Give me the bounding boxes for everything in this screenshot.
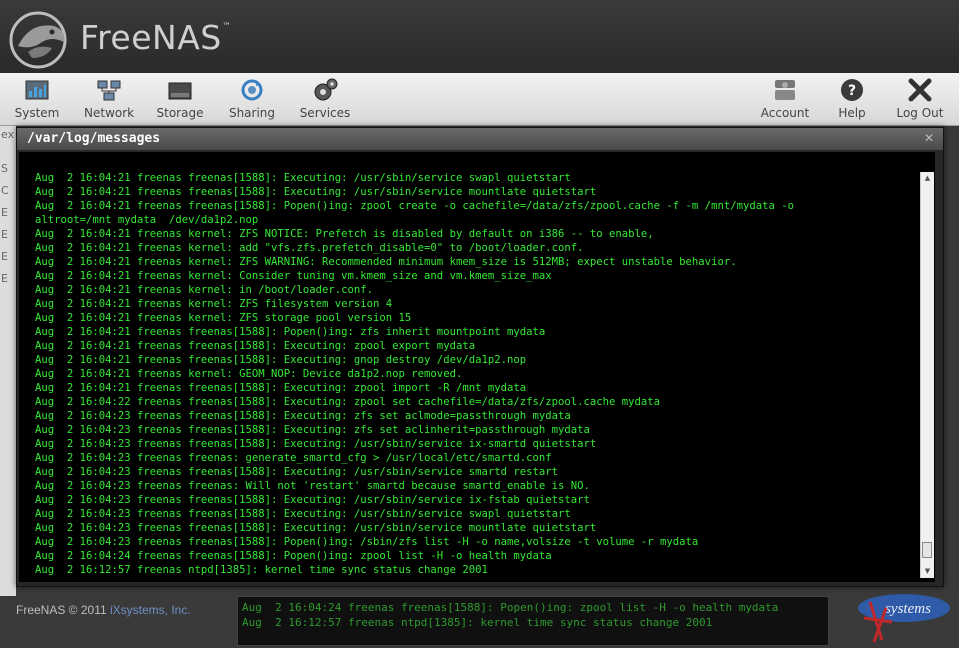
logout-button[interactable]: Log Out [894, 77, 946, 123]
ixsystems-link[interactable]: iXsystems, Inc. [110, 603, 191, 617]
log-line: Aug 2 16:04:23 freenas freenas[1588]: Ex… [35, 438, 597, 450]
log-line: Aug 2 16:04:23 freenas freenas[1588]: Ex… [35, 466, 558, 478]
bg-sidebar-glyph: C [1, 184, 9, 197]
bg-sidebar-glyph: ex [1, 128, 15, 141]
console-line: Aug 2 16:12:57 freenas ntpd[1385]: kerne… [242, 616, 713, 629]
log-line: Aug 2 16:04:21 freenas freenas[1588]: Ex… [35, 382, 527, 394]
vertical-scrollbar[interactable]: ▲ ▼ [920, 172, 934, 578]
sharing-icon [241, 79, 263, 101]
logout-icon [908, 78, 932, 102]
log-line: Aug 2 16:04:23 freenas freenas: Will not… [35, 480, 590, 492]
logout-label: Log Out [896, 106, 944, 120]
scroll-down-icon[interactable]: ▼ [921, 565, 934, 578]
console-line: Aug 2 16:04:24 freenas freenas[1588]: Po… [242, 601, 779, 614]
scrollbar-thumb[interactable] [922, 542, 932, 558]
services-icon [314, 78, 338, 101]
network-button[interactable]: Network [84, 77, 134, 123]
bg-sidebar-glyph: E [1, 228, 8, 241]
account-label: Account [760, 106, 810, 120]
log-line: Aug 2 16:04:21 freenas freenas[1588]: Ex… [35, 354, 527, 366]
background-console: Aug 2 16:04:24 freenas freenas[1588]: Po… [237, 596, 829, 646]
log-line: Aug 2 16:04:21 freenas kernel: ZFS WARNI… [35, 256, 737, 268]
system-label: System [14, 106, 60, 120]
log-line: Aug 2 16:04:21 freenas freenas[1588]: Ex… [35, 186, 597, 198]
log-line: Aug 2 16:04:22 freenas freenas[1588]: Ex… [35, 396, 661, 408]
close-icon[interactable]: ✕ [923, 132, 935, 144]
sharing-label: Sharing [228, 106, 276, 120]
system-button[interactable]: System [14, 77, 60, 123]
dialog-title: /var/log/messages [27, 131, 161, 146]
system-icon [25, 80, 49, 100]
log-line: Aug 2 16:04:21 freenas kernel: ZFS stora… [35, 312, 412, 324]
log-line: Aug 2 16:04:21 freenas kernel: ZFS files… [35, 298, 393, 310]
bg-sidebar-glyph: E [1, 272, 8, 285]
bg-sidebar-glyph: S [1, 162, 8, 175]
storage-button[interactable]: Storage [156, 77, 204, 123]
log-line: Aug 2 16:04:21 freenas freenas[1588]: Ex… [35, 340, 476, 352]
main-toolbar: System Network Storage Sharing Services … [0, 73, 959, 126]
account-icon [775, 80, 795, 100]
log-line: Aug 2 16:04:23 freenas freenas: generate… [35, 452, 552, 464]
ixsystems-logo-text: systems [885, 601, 931, 617]
log-line: Aug 2 16:04:21 freenas freenas[1588]: Po… [35, 200, 794, 212]
log-line: Aug 2 16:04:23 freenas freenas[1588]: Ex… [35, 424, 590, 436]
log-line: altroot=/mnt mydata /dev/da1p2.nop [35, 214, 259, 226]
sharing-button[interactable]: Sharing [228, 77, 276, 123]
scroll-up-icon[interactable]: ▲ [921, 172, 934, 185]
log-line: Aug 2 16:04:23 freenas freenas[1588]: Po… [35, 536, 699, 548]
network-label: Network [84, 106, 135, 120]
network-icon [97, 80, 121, 101]
log-line: Aug 2 16:12:57 freenas ntpd[1385]: kerne… [35, 564, 488, 576]
app-header: FreeNAS ™ [0, 0, 959, 74]
bg-sidebar-glyph: E [1, 250, 8, 263]
storage-label: Storage [156, 106, 204, 120]
svg-text:?: ? [848, 83, 856, 99]
freenas-logo-icon [9, 11, 67, 69]
log-line: Aug 2 16:04:23 freenas freenas[1588]: Ex… [35, 508, 571, 520]
logo-text: FreeNAS [80, 18, 222, 57]
logo-trademark: ™ [222, 22, 231, 32]
footer-copyright-text: FreeNAS © 2011 [16, 603, 110, 617]
ixsystems-logo-icon: systems [858, 594, 950, 643]
log-dialog: /var/log/messages ✕ Aug 2 16:04:21 freen… [16, 127, 944, 587]
log-line: Aug 2 16:04:21 freenas kernel: Consider … [35, 270, 552, 282]
background-sidebar: ex S C E E E E [0, 126, 16, 596]
log-lines: Aug 2 16:04:21 freenas freenas[1588]: Ex… [35, 171, 915, 577]
log-line: Aug 2 16:04:21 freenas kernel: GEOM_NOP:… [35, 368, 463, 380]
log-line: Aug 2 16:04:23 freenas freenas[1588]: Ex… [35, 410, 571, 422]
log-line: Aug 2 16:04:21 freenas freenas[1588]: Po… [35, 326, 546, 338]
log-line: Aug 2 16:04:24 freenas freenas[1588]: Po… [35, 550, 552, 562]
log-line: Aug 2 16:04:21 freenas freenas[1588]: Ex… [35, 172, 571, 184]
log-line: Aug 2 16:04:23 freenas freenas[1588]: Ex… [35, 494, 590, 506]
footer-copyright: FreeNAS © 2011 iXsystems, Inc. [16, 603, 191, 617]
services-label: Services [299, 106, 351, 120]
help-label: Help [838, 106, 866, 120]
help-button[interactable]: ? Help [832, 77, 872, 123]
log-line: Aug 2 16:04:21 freenas kernel: add "vfs.… [35, 242, 584, 254]
log-line: Aug 2 16:04:23 freenas freenas[1588]: Ex… [35, 522, 597, 534]
log-line: Aug 2 16:04:21 freenas kernel: ZFS NOTIC… [35, 228, 654, 240]
services-button[interactable]: Services [298, 77, 352, 123]
dialog-titlebar[interactable]: /var/log/messages ✕ [17, 128, 943, 151]
bg-sidebar-glyph: E [1, 206, 8, 219]
account-button[interactable]: Account [760, 77, 810, 123]
log-viewer[interactable]: Aug 2 16:04:21 freenas freenas[1588]: Ex… [19, 152, 935, 582]
help-icon: ? [841, 79, 863, 101]
storage-icon [168, 82, 192, 100]
log-line: Aug 2 16:04:21 freenas kernel: in /boot/… [35, 284, 374, 296]
